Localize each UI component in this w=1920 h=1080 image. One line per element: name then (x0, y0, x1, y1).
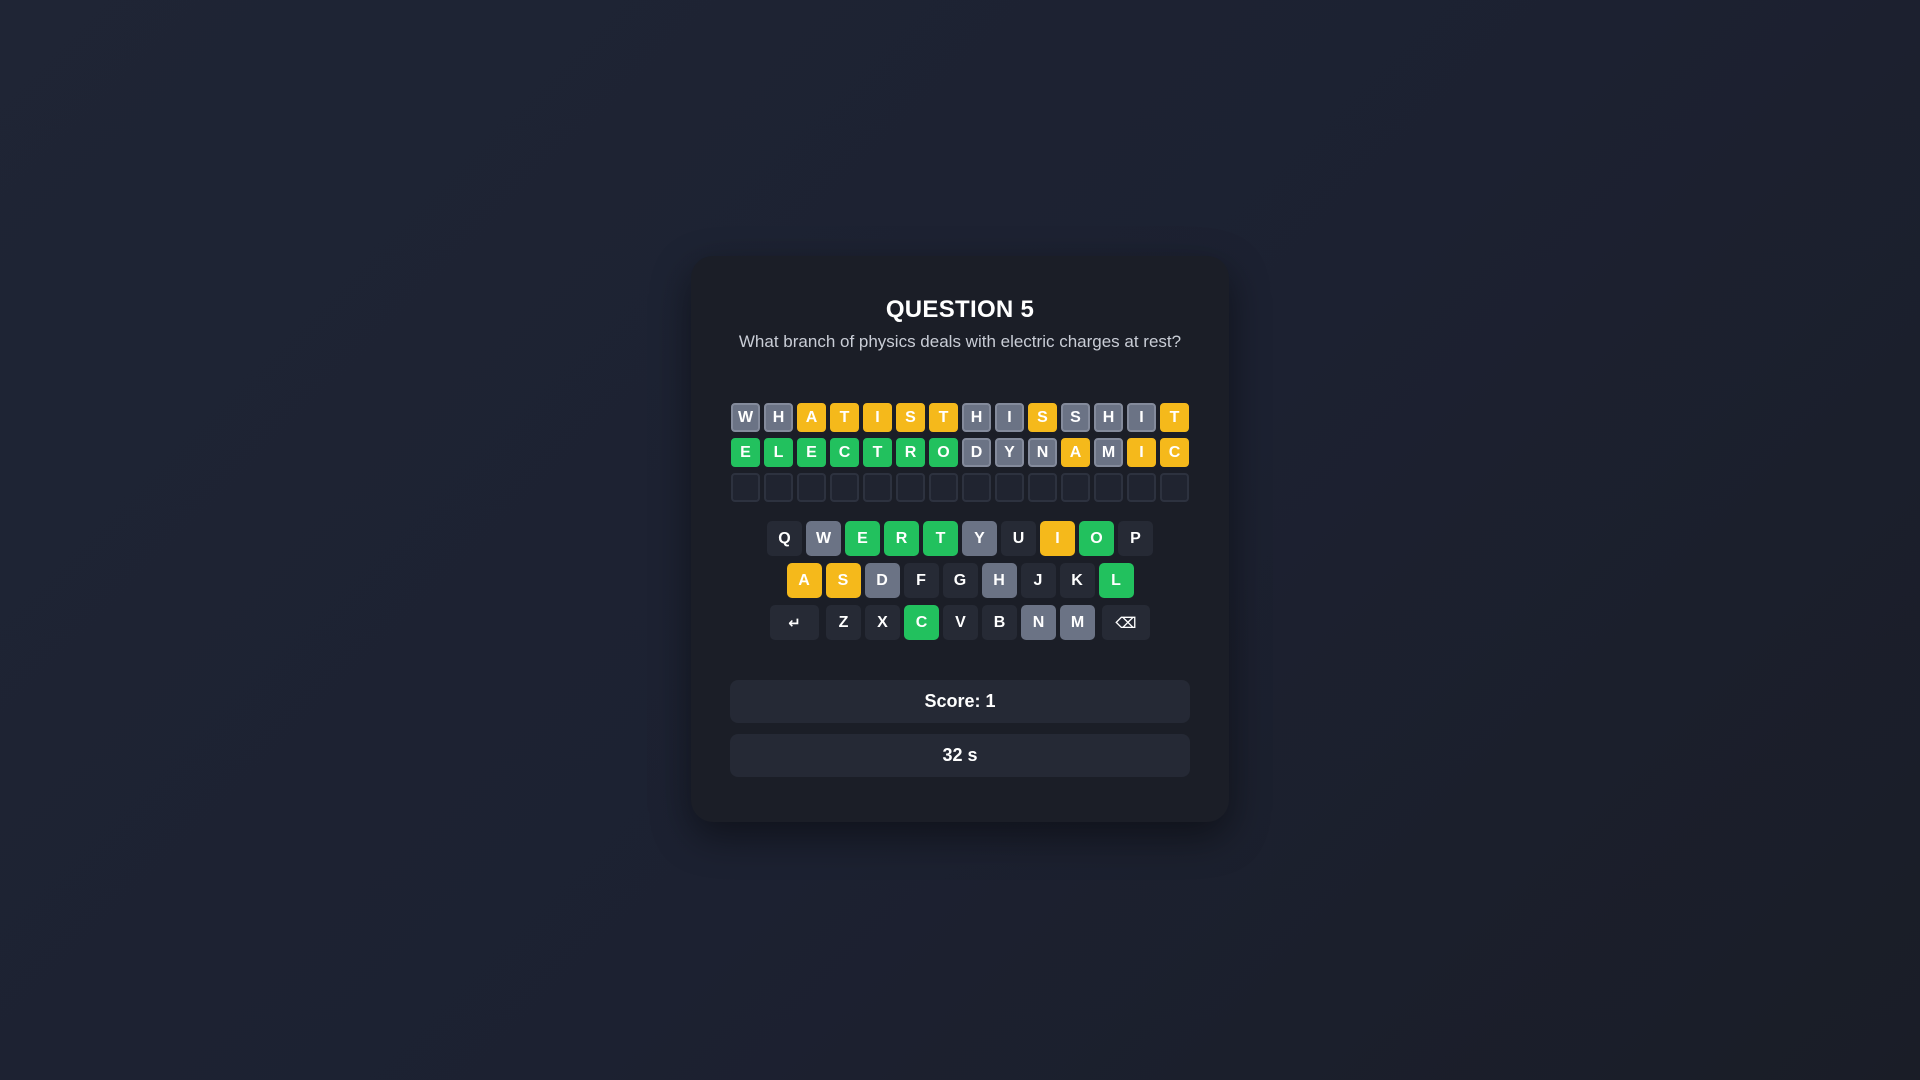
letter-tile: W (731, 403, 760, 432)
empty-tile (1127, 473, 1156, 502)
key-a[interactable]: A (786, 563, 822, 598)
letter-tile: I (1127, 438, 1156, 467)
letter-tile: I (995, 403, 1024, 432)
empty-tile (764, 473, 793, 502)
letter-tile: C (1160, 438, 1189, 467)
letter-tile: T (863, 438, 892, 467)
letter-tile: O (929, 438, 958, 467)
key-y[interactable]: Y (962, 521, 997, 556)
letter-tile: A (1061, 438, 1090, 467)
key-g[interactable]: G (942, 563, 978, 598)
letter-tile: H (962, 403, 991, 432)
letter-tile: L (764, 438, 793, 467)
enter-icon: ↵ (788, 614, 801, 632)
backspace-icon: ⌫ (1115, 614, 1137, 632)
empty-tile (995, 473, 1024, 502)
letter-tile: T (1160, 403, 1189, 432)
key-c[interactable]: C (904, 605, 939, 640)
empty-tile (797, 473, 826, 502)
empty-tile (830, 473, 859, 502)
key-d[interactable]: D (864, 563, 900, 598)
guess-row (730, 473, 1190, 502)
empty-tile (896, 473, 925, 502)
empty-tile (863, 473, 892, 502)
letter-tile: T (929, 403, 958, 432)
letter-tile: M (1094, 438, 1123, 467)
letter-tile: D (962, 438, 991, 467)
letter-tile: A (797, 403, 826, 432)
letter-tile: R (896, 438, 925, 467)
key-v[interactable]: V (943, 605, 978, 640)
key-o[interactable]: O (1079, 521, 1114, 556)
letter-tile: E (731, 438, 760, 467)
letter-tile: S (1028, 403, 1057, 432)
letter-tile: H (764, 403, 793, 432)
letter-tile: I (863, 403, 892, 432)
key-p[interactable]: P (1118, 521, 1153, 556)
key-q[interactable]: Q (767, 521, 802, 556)
letter-tile: I (1127, 403, 1156, 432)
key-t[interactable]: T (923, 521, 958, 556)
guess-row: ELECTRODYNAMIC (730, 438, 1190, 467)
empty-tile (1094, 473, 1123, 502)
empty-tile (1160, 473, 1189, 502)
on-screen-keyboard: Q W E R T Y U I O P A S D F G H J K L ↵ Z X C V B N M ⌫ (730, 521, 1190, 640)
letter-tile: E (797, 438, 826, 467)
keyboard-row: ↵ Z X C V B N M ⌫ (730, 605, 1190, 640)
empty-tile (1028, 473, 1057, 502)
empty-tile (731, 473, 760, 502)
enter-key[interactable]: ↵ (770, 605, 819, 640)
key-e[interactable]: E (845, 521, 880, 556)
key-n[interactable]: N (1021, 605, 1056, 640)
key-s[interactable]: S (825, 563, 861, 598)
quiz-card: QUESTION 5 What branch of physics deals … (691, 256, 1229, 822)
key-j[interactable]: J (1020, 563, 1056, 598)
key-w[interactable]: W (806, 521, 841, 556)
key-r[interactable]: R (884, 521, 919, 556)
key-l[interactable]: L (1098, 563, 1134, 598)
question-title: QUESTION 5 (885, 296, 1035, 323)
guess-board: WHATISTHISSHITELECTRODYNAMIC (730, 403, 1190, 502)
key-h[interactable]: H (981, 563, 1017, 598)
guess-row: WHATISTHISSHIT (730, 403, 1190, 432)
key-f[interactable]: F (903, 563, 939, 598)
empty-tile (1061, 473, 1090, 502)
backspace-key[interactable]: ⌫ (1102, 605, 1150, 640)
key-b[interactable]: B (982, 605, 1017, 640)
empty-tile (962, 473, 991, 502)
score-display: Score: 1 (730, 680, 1190, 723)
key-x[interactable]: X (865, 605, 900, 640)
letter-tile: Y (995, 438, 1024, 467)
key-z[interactable]: Z (826, 605, 861, 640)
letter-tile: T (830, 403, 859, 432)
keyboard-row: QWERTYUIOP (730, 521, 1190, 556)
letter-tile: S (1061, 403, 1090, 432)
key-m[interactable]: M (1060, 605, 1095, 640)
letter-tile: N (1028, 438, 1057, 467)
key-i[interactable]: I (1040, 521, 1075, 556)
key-k[interactable]: K (1059, 563, 1095, 598)
question-text: What branch of physics deals with electr… (738, 332, 1182, 351)
letter-tile: H (1094, 403, 1123, 432)
letter-tile: S (896, 403, 925, 432)
keyboard-row: ASDFGHJKL (730, 563, 1190, 598)
letter-tile: C (830, 438, 859, 467)
timer-display: 32 s (730, 734, 1190, 777)
key-u[interactable]: U (1001, 521, 1036, 556)
empty-tile (929, 473, 958, 502)
